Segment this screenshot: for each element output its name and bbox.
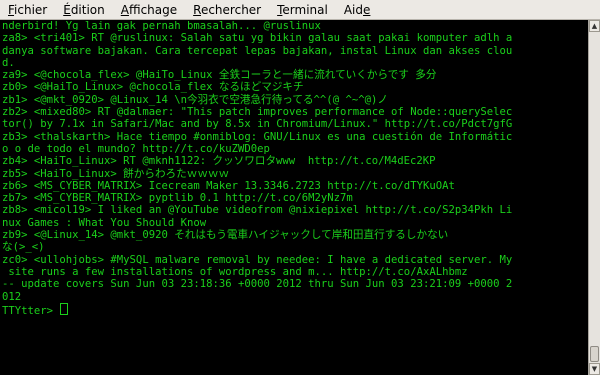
mnemonic: R <box>193 2 201 17</box>
terminal-text: nderbird! Yg lain gak pernah bmasalah...… <box>0 20 588 317</box>
menu-fichier[interactable]: Fichier <box>0 0 55 20</box>
terminal-line: zb1> <@mkt_0920> @Linux_14 \n今羽衣で空港急行待って… <box>2 93 388 106</box>
menu-edition[interactable]: Édition <box>55 0 113 20</box>
menu-label: ffichage <box>128 2 178 17</box>
menu-label: echercher <box>200 2 262 17</box>
menu-terminal[interactable]: Terminal <box>269 0 336 20</box>
terminal-line: zb2> <mixed80> RT @dalmaer: "This patch … <box>2 106 513 119</box>
menu-label: ichier <box>14 2 48 17</box>
scroll-down-arrow-icon[interactable]: ▼ <box>589 363 600 375</box>
terminal-line: d. <box>2 56 15 69</box>
scroll-up-arrow-icon[interactable]: ▲ <box>589 20 600 32</box>
terminal-line: nux Games : What You Should Know <box>2 216 207 229</box>
mnemonic: A <box>120 2 129 17</box>
terminal-line: zb5> <HaiTo_Linux> 餅からわろたｗｗｗｗ <box>2 167 230 180</box>
menu-rechercher[interactable]: Rechercher <box>185 0 269 20</box>
menu-aide[interactable]: Aide <box>336 0 379 20</box>
vertical-scrollbar[interactable]: ▲ ▼ <box>588 20 600 375</box>
terminal-line: o o de todo el mundo? http://t.co/kuZWD0… <box>2 142 270 155</box>
prompt-line: TTYtter> <box>2 302 588 317</box>
terminal-line: nderbird! Yg lain gak pernah bmasalah...… <box>2 20 321 32</box>
terminal-line: danya software bajakan. Cara tercepat le… <box>2 44 513 57</box>
terminal-line: tor() by 7.1x in Safari/Mac and by 8.5x … <box>2 118 513 131</box>
scrollbar-thumb[interactable] <box>590 346 599 362</box>
terminal-output[interactable]: nderbird! Yg lain gak pernah bmasalah...… <box>0 20 588 375</box>
terminal-line: な(>_<) <box>2 241 45 254</box>
menu-label: erminal <box>282 2 328 17</box>
menu-affichage[interactable]: Affichage <box>113 0 185 20</box>
terminal-line: zb3> <thalskarth> Hace tiempo #onmiblog:… <box>2 130 513 143</box>
terminal-line: zc0> <ullohjobs> #MySQL malware removal … <box>2 253 513 266</box>
menu-label: dition <box>70 2 105 17</box>
terminal-line: 012 <box>2 290 22 303</box>
terminal-line: -- update covers Sun Jun 03 23:18:36 +00… <box>2 278 513 291</box>
terminal-line: za9> <@chocola_flex> @HaiTo_Linux 全鉄コーラと… <box>2 69 437 82</box>
text-cursor <box>60 302 69 315</box>
terminal-line: zb6> <MS_CYBER_MATRIX> Icecream Maker 13… <box>2 179 455 192</box>
terminal-line: zb0> <@HaiTo_Linux> @chocola_flex なるほどマジ… <box>2 81 304 94</box>
terminal-line: za8> <tri401> RT @ruslinux: Salah satu y… <box>2 32 513 45</box>
terminal-line: zb7> <MS_CYBER_MATRIX> pyptlib 0.1 http:… <box>2 192 353 205</box>
mnemonic: É <box>63 2 71 17</box>
terminal-line: site runs a few installations of wordpre… <box>2 265 468 278</box>
terminal-line: zb8> <micol19> I liked an @YouTube video… <box>2 204 513 217</box>
menu-label: Aid <box>343 2 364 17</box>
menu-bar: Fichier Édition Affichage Rechercher Ter… <box>0 0 600 20</box>
terminal-line: zb9> <@Linux_14> @mkt_0920 それはもう電車ハイジャック… <box>2 229 449 242</box>
mnemonic: e <box>363 2 371 17</box>
terminal-line: zb4> <HaiTo_Linux> RT @mknh1122: クッソワロタw… <box>2 155 436 168</box>
